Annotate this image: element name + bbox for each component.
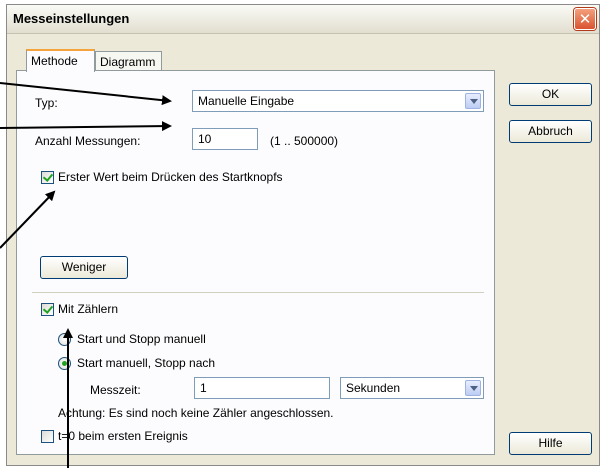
tab-diagramm-label: Diagramm <box>100 55 156 69</box>
close-icon[interactable]: ✕ <box>574 8 596 30</box>
title-bar[interactable]: Messeinstellungen ✕ <box>7 5 599 34</box>
weniger-button[interactable]: Weniger <box>40 256 128 279</box>
ok-button[interactable]: OK <box>509 83 592 106</box>
dialog-title: Messeinstellungen <box>13 11 130 26</box>
messzeit-label: Messzeit: <box>90 383 141 397</box>
abbruch-button[interactable]: Abbruch <box>509 120 592 143</box>
anzahl-input[interactable]: 10 <box>192 128 258 150</box>
hilfe-button[interactable]: Hilfe <box>509 432 592 455</box>
mit-zaehlern-label: Mit Zählern <box>58 302 119 316</box>
typ-select-value: Manuelle Eingabe <box>198 94 295 108</box>
divider <box>32 292 484 293</box>
radio-start-stopp-manuell[interactable] <box>58 333 71 346</box>
chevron-down-icon[interactable] <box>465 93 481 109</box>
anzahl-label: Anzahl Messungen: <box>35 134 141 148</box>
radio-start-manuell-stopp-nach[interactable] <box>58 357 71 370</box>
radio-start-stopp-manuell-label: Start und Stopp manuell <box>77 332 206 346</box>
tab-diagramm[interactable]: Diagramm <box>95 51 162 72</box>
unit-select-value: Sekunden <box>346 381 401 395</box>
t0-label: t=0 beim ersten Ereignis <box>58 429 188 443</box>
messzeit-input[interactable]: 1 <box>194 377 330 399</box>
anzahl-range: (1 .. 500000) <box>270 134 339 148</box>
chevron-down-icon[interactable] <box>465 380 481 396</box>
typ-select[interactable]: Manuelle Eingabe <box>192 90 484 112</box>
radio-start-manuell-stopp-nach-label: Start manuell, Stopp nach <box>77 356 216 370</box>
tab-methode-label: Methode <box>31 54 78 68</box>
erster-wert-checkbox[interactable] <box>41 171 54 184</box>
t0-checkbox[interactable] <box>41 430 54 443</box>
warning-text: Achtung: Es sind noch keine Zähler anges… <box>58 406 334 420</box>
erster-wert-label: Erster Wert beim Drücken des Startknopfs <box>58 170 283 184</box>
tab-methode[interactable]: Methode <box>26 49 95 72</box>
typ-label: Typ: <box>35 96 58 110</box>
unit-select[interactable]: Sekunden <box>340 377 484 399</box>
mit-zaehlern-checkbox[interactable] <box>41 303 54 316</box>
